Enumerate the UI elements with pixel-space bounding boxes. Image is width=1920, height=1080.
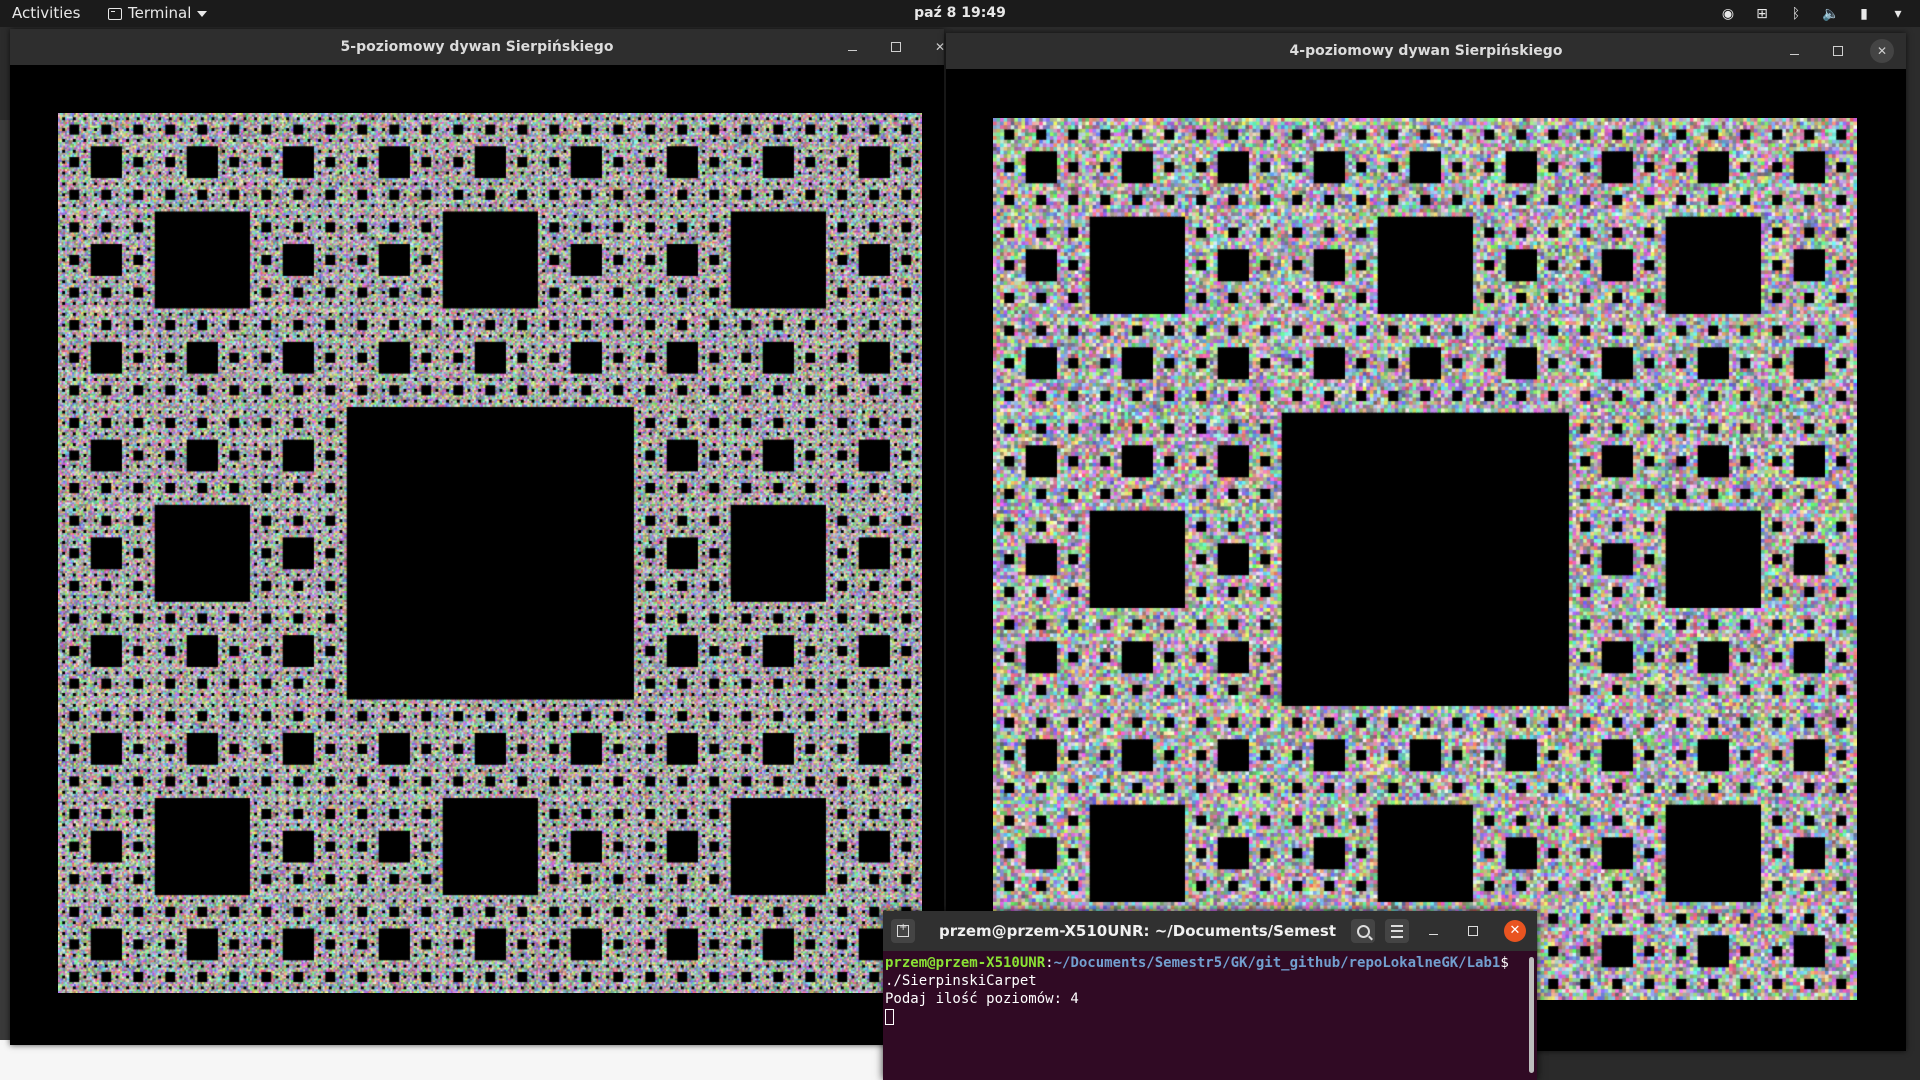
terminal-headerbar[interactable]: przem@przem-X510UNR: ~/Documents/Semestr… <box>883 911 1537 951</box>
hamburger-icon <box>1391 924 1403 938</box>
minimize-button[interactable] <box>1421 919 1445 943</box>
bluetooth-icon[interactable]: ᛒ <box>1788 6 1804 22</box>
prompt-path: ~/Documents/Semestr5/GK/git_github/repoL… <box>1053 955 1501 971</box>
minimize-button[interactable] <box>840 35 864 59</box>
command-text: ./SierpinskiCarpet <box>885 973 1037 989</box>
maximize-icon <box>891 42 901 52</box>
window-titlebar[interactable]: 4-poziomowy dywan Sierpińskiego ✕ <box>946 33 1906 69</box>
maximize-button[interactable] <box>1461 919 1485 943</box>
close-icon: ✕ <box>934 40 946 54</box>
maximize-icon <box>1833 46 1843 56</box>
clock: paź 8 19:49 <box>0 0 1920 27</box>
minimize-icon <box>847 49 857 51</box>
close-button[interactable]: ✕ <box>1870 39 1894 63</box>
prompt-end: $ <box>1500 955 1518 971</box>
prompt-user: przem@przem-X510UNR <box>885 955 1046 971</box>
battery-icon[interactable]: ▮ <box>1856 6 1872 22</box>
search-icon <box>1356 924 1370 938</box>
new-tab-button[interactable] <box>891 919 915 943</box>
clock-button[interactable]: paź 8 19:49 <box>914 5 1006 21</box>
app-menu-label: Terminal <box>128 4 192 22</box>
minimize-icon <box>1428 933 1438 935</box>
power-menu-icon[interactable]: ▾ <box>1890 6 1906 22</box>
carpet-window-level-5[interactable]: 5-poziomowy dywan Sierpińskiego ✕ <box>10 29 945 1045</box>
background-window-bottom <box>0 1040 900 1080</box>
chevron-down-icon <box>197 10 208 17</box>
menu-button[interactable] <box>1385 919 1409 943</box>
close-icon: ✕ <box>1876 44 1888 58</box>
system-tray[interactable]: ◉ ⊞ ᛒ 🔈 ▮ ▾ <box>1720 0 1906 27</box>
scrollbar[interactable] <box>1529 957 1534 1073</box>
window-controls: ✕ <box>1782 33 1894 69</box>
window-title: 4-poziomowy dywan Sierpińskiego <box>1289 43 1563 59</box>
close-icon: ✕ <box>1509 923 1521 938</box>
maximize-icon <box>1468 926 1478 936</box>
search-button[interactable] <box>1351 919 1375 943</box>
minimize-button[interactable] <box>1782 39 1806 63</box>
terminal-title: przem@przem-X510UNR: ~/Documents/Semestr… <box>939 922 1337 940</box>
prompt-separator: : <box>1045 955 1054 971</box>
terminal-window[interactable]: przem@przem-X510UNR: ~/Documents/Semestr… <box>883 911 1537 1080</box>
volume-icon[interactable]: 🔈 <box>1822 6 1839 22</box>
window-titlebar[interactable]: 5-poziomowy dywan Sierpińskiego ✕ <box>10 29 945 65</box>
top-bar: Activities Terminal paź 8 19:49 ◉ ⊞ ᛒ 🔈 … <box>0 0 1920 27</box>
app-menu-button[interactable]: Terminal <box>108 0 208 27</box>
terminal-icon <box>108 7 122 20</box>
sierpinski-carpet-canvas <box>58 113 922 993</box>
sierpinski-carpet-canvas <box>993 118 1857 1000</box>
maximize-button[interactable] <box>884 35 908 59</box>
maximize-button[interactable] <box>1826 39 1850 63</box>
output-line: Podaj ilość poziomów: 4 <box>885 991 1079 1007</box>
carpet-window-level-4[interactable]: 4-poziomowy dywan Sierpińskiego ✕ <box>946 33 1906 1051</box>
network-icon[interactable]: ⊞ <box>1754 6 1770 22</box>
activities-button[interactable]: Activities <box>12 0 80 27</box>
window-controls: ✕ <box>840 29 952 65</box>
discord-icon[interactable]: ◉ <box>1720 6 1736 22</box>
window-title: 5-poziomowy dywan Sierpińskiego <box>340 39 614 55</box>
new-tab-icon <box>897 922 909 937</box>
text-cursor <box>885 1009 894 1025</box>
minimize-icon <box>1789 53 1799 55</box>
close-button[interactable]: ✕ <box>1504 920 1526 942</box>
terminal-output[interactable]: przem@przem-X510UNR:~/Documents/Semestr5… <box>885 954 1523 1080</box>
